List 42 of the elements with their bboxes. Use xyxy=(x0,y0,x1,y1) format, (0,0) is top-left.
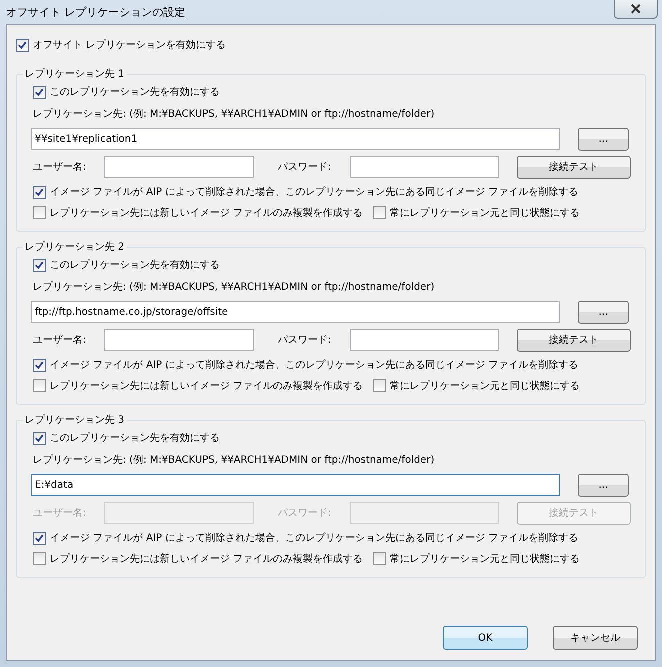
path-label: レプリケーション先: (例: M:¥BACKUPS, ¥¥ARCH1¥ADMIN or ftp://hostname/folder) xyxy=(33,280,435,294)
username-label: ユーザー名: xyxy=(33,334,88,347)
close-button[interactable] xyxy=(614,0,658,19)
dialog-button[interactable]: キャンセル xyxy=(553,626,638,650)
path-label: レプリケーション先: (例: M:¥BACKUPS, ¥¥ARCH1¥ADMIN or ftp://hostname/folder) xyxy=(33,108,435,121)
username-field[interactable] xyxy=(104,156,254,178)
checkbox-box[interactable] xyxy=(33,258,46,272)
test-connection-button[interactable]: 接続テスト xyxy=(517,156,631,178)
username-label: ユーザー名: xyxy=(33,161,88,174)
browse-button[interactable]: ... xyxy=(578,474,629,496)
dialog-button[interactable]: OK xyxy=(443,626,528,650)
checkbox-box[interactable] xyxy=(33,552,46,566)
checkbox-box[interactable] xyxy=(33,206,46,220)
password-field[interactable] xyxy=(350,156,499,178)
checkbox-box[interactable] xyxy=(16,38,29,52)
browse-button[interactable]: ... xyxy=(578,128,629,150)
group-title: レプリケーション先 3 xyxy=(24,414,126,427)
group-title: レプリケーション先 1 xyxy=(24,68,126,81)
password-field[interactable] xyxy=(350,329,499,351)
password-label: パスワード: xyxy=(278,507,332,520)
username-label: ユーザー名: xyxy=(33,507,88,520)
group-title: レプリケーション先 2 xyxy=(24,240,126,254)
password-label: パスワード: xyxy=(278,161,332,174)
path-field[interactable]: ¥¥site1¥replication1 xyxy=(31,128,560,150)
browse-button[interactable]: ... xyxy=(578,300,629,324)
window-title: オフサイト レプリケーションの設定 xyxy=(6,4,186,20)
path-field[interactable]: E:¥data xyxy=(31,474,560,496)
test-connection-button[interactable]: 接続テスト xyxy=(517,328,631,352)
checkbox-box[interactable] xyxy=(373,206,386,220)
close-icon xyxy=(630,4,642,14)
checkbox-box[interactable] xyxy=(33,379,46,392)
checkbox-box[interactable] xyxy=(373,379,386,392)
checkbox-box[interactable] xyxy=(33,186,46,198)
checkbox-box[interactable] xyxy=(33,532,46,544)
checkbox-box[interactable] xyxy=(33,432,46,444)
path-label: レプリケーション先: (例: M:¥BACKUPS, ¥¥ARCH1¥ADMIN or ftp://hostname/folder) xyxy=(33,454,435,467)
checkbox-box[interactable] xyxy=(33,86,46,98)
password-label: パスワード: xyxy=(278,334,332,347)
username-field[interactable] xyxy=(104,329,254,351)
path-field[interactable]: ftp://ftp.hostname.co.jp/storage/offsite xyxy=(31,301,560,323)
checkbox-box[interactable] xyxy=(373,552,386,566)
checkbox-box[interactable] xyxy=(33,358,46,372)
